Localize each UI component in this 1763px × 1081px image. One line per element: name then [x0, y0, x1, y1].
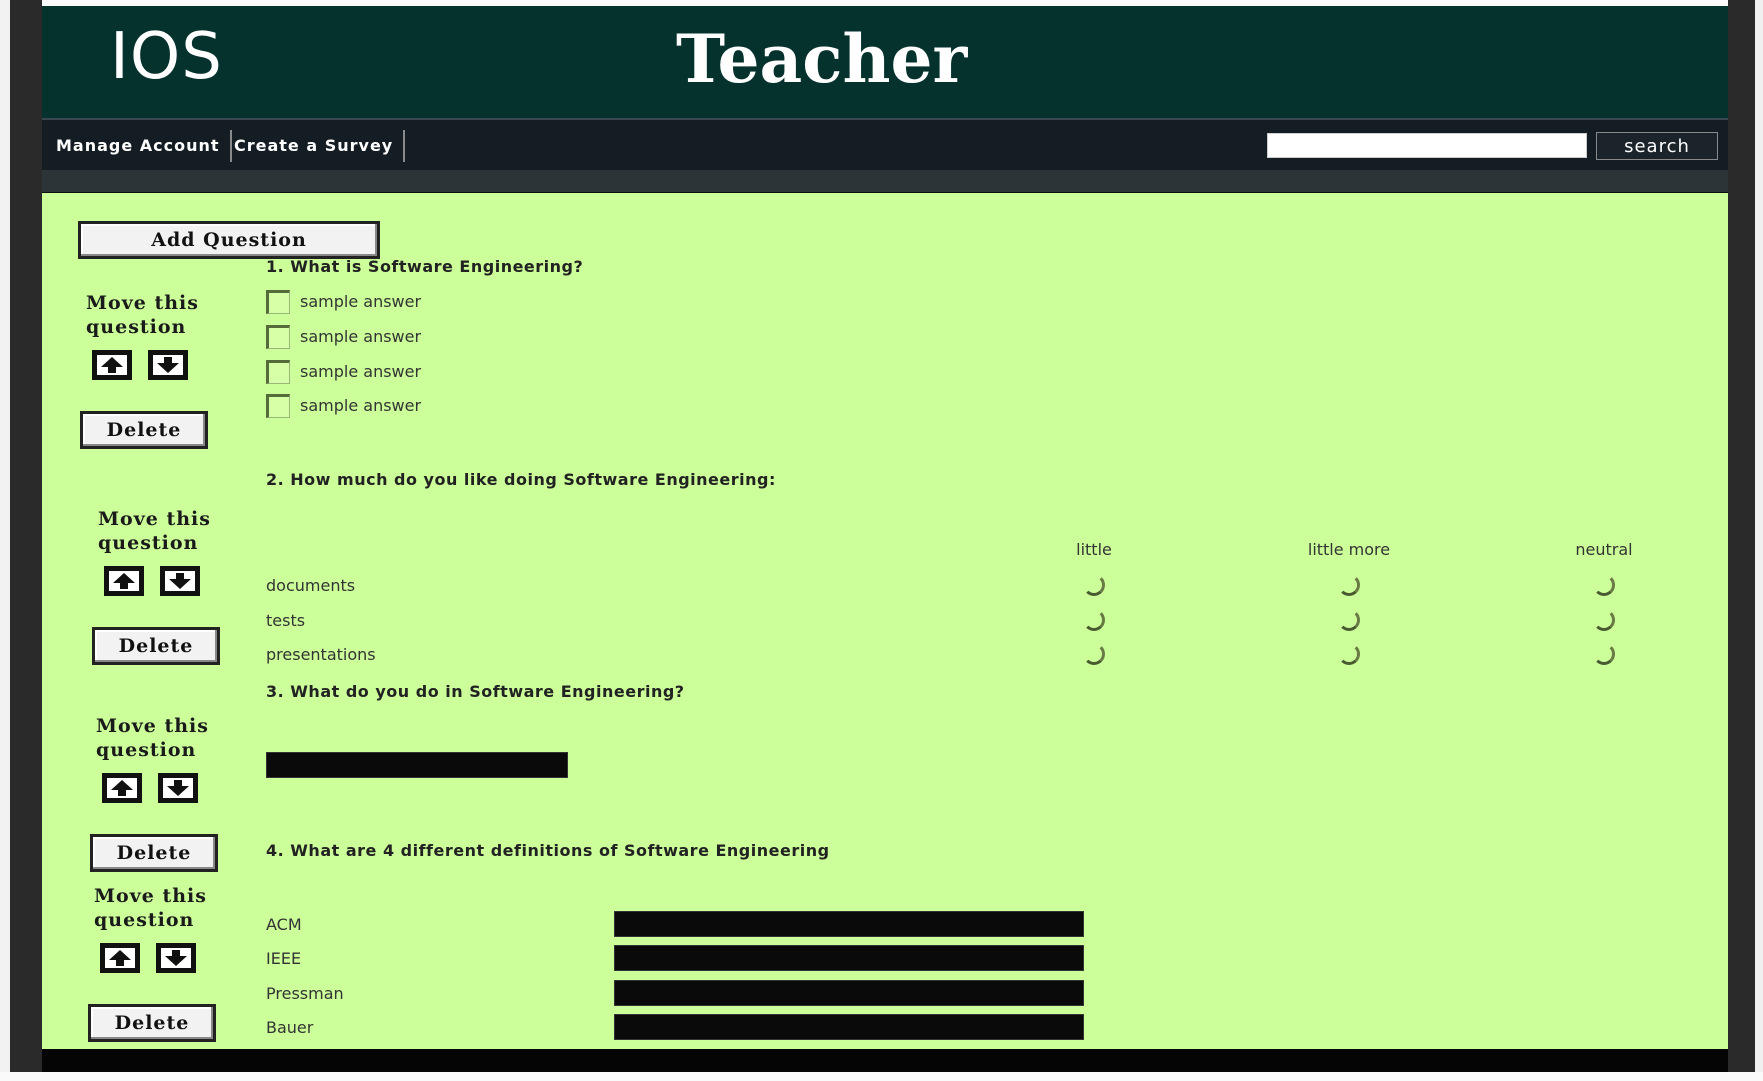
move-down-button[interactable] [156, 943, 196, 973]
move-label-line2: question [94, 909, 195, 931]
move-up-button[interactable] [100, 943, 140, 973]
move-question-label: Move this question [98, 507, 238, 555]
move-label-line1: Move this [96, 715, 209, 737]
question-1-title: 1. What is Software Engineering? [266, 257, 584, 276]
matrix-radio[interactable] [1593, 574, 1615, 596]
move-question-label: Move this question [94, 884, 234, 932]
arrow-down-icon [169, 573, 191, 589]
matrix-row-label: documents [266, 576, 356, 595]
matrix-radio[interactable] [1338, 609, 1360, 631]
move-label-line2: question [96, 739, 197, 761]
arrow-down-icon [167, 780, 189, 796]
delete-question-button[interactable]: Delete [92, 627, 220, 665]
window-bottom-edge [0, 1072, 1763, 1081]
matrix-radio[interactable] [1338, 574, 1360, 596]
answer-checkbox[interactable] [266, 360, 290, 384]
matrix-column-header: little more [1307, 540, 1391, 559]
matrix-radio[interactable] [1083, 609, 1105, 631]
move-up-button[interactable] [92, 350, 132, 380]
nav-manage-account[interactable]: Manage Account [46, 130, 232, 162]
definition-text-field[interactable] [614, 911, 1084, 937]
matrix-radio[interactable] [1083, 574, 1105, 596]
move-up-button[interactable] [104, 566, 144, 596]
move-label-line1: Move this [94, 885, 207, 907]
definition-label: Bauer [266, 1018, 314, 1037]
move-down-button[interactable] [148, 350, 188, 380]
answer-label: sample answer [300, 362, 422, 381]
main-nav: Manage Account Create a Survey search [42, 118, 1728, 170]
survey-editor: Add Question Move this question Delete 1… [42, 193, 1728, 1049]
site-header: IOS Teacher [42, 6, 1728, 118]
delete-question-button[interactable]: Delete [88, 1004, 216, 1042]
question-4-title: 4. What are 4 different definitions of S… [266, 841, 830, 860]
arrow-up-icon [111, 780, 133, 796]
window-right-edge [1755, 0, 1763, 1081]
arrow-up-icon [113, 573, 135, 589]
page-left-margin [10, 0, 42, 1081]
site-logo[interactable]: IOS [110, 20, 223, 94]
matrix-row-label: tests [266, 611, 306, 630]
question-2-title: 2. How much do you like doing Software E… [266, 470, 776, 489]
matrix-radio[interactable] [1593, 643, 1615, 665]
window-left-edge [0, 0, 10, 1081]
move-label-line1: Move this [86, 292, 199, 314]
matrix-radio[interactable] [1593, 609, 1615, 631]
matrix-row-label: presentations [266, 645, 376, 664]
move-down-button[interactable] [160, 566, 200, 596]
answer-checkbox[interactable] [266, 394, 290, 418]
definition-text-field[interactable] [614, 980, 1084, 1006]
arrow-up-icon [109, 950, 131, 966]
delete-question-button[interactable]: Delete [90, 834, 218, 872]
move-label-line2: question [86, 316, 187, 338]
definition-text-field[interactable] [614, 945, 1084, 971]
question-3-title: 3. What do you do in Software Engineerin… [266, 682, 685, 701]
answer-text-field[interactable] [266, 752, 568, 778]
answer-checkbox[interactable] [266, 325, 290, 349]
answer-label: sample answer [300, 292, 422, 311]
definition-label: IEEE [266, 949, 302, 968]
move-up-button[interactable] [102, 773, 142, 803]
add-question-button[interactable]: Add Question [78, 221, 380, 259]
answer-checkbox[interactable] [266, 290, 290, 314]
definition-label: ACM [266, 915, 302, 934]
delete-question-button[interactable]: Delete [80, 411, 208, 449]
answer-label: sample answer [300, 327, 422, 346]
page-footer-band [42, 1049, 1728, 1072]
answer-label: sample answer [300, 396, 422, 415]
nav-divider-strip [42, 170, 1728, 192]
matrix-column-header: little [1076, 540, 1112, 559]
move-label-line1: Move this [98, 508, 211, 530]
move-question-label: Move this question [86, 291, 226, 339]
move-question-label: Move this question [96, 714, 236, 762]
matrix-column-header: neutral [1575, 540, 1633, 559]
matrix-radio[interactable] [1083, 643, 1105, 665]
move-down-button[interactable] [158, 773, 198, 803]
search-button[interactable]: search [1596, 132, 1718, 160]
matrix-radio[interactable] [1338, 643, 1360, 665]
page-title: Teacher [676, 20, 968, 98]
search-input[interactable] [1267, 133, 1587, 158]
move-label-line2: question [98, 532, 199, 554]
arrow-down-icon [165, 950, 187, 966]
nav-create-survey[interactable]: Create a Survey [224, 130, 406, 162]
definition-text-field[interactable] [614, 1014, 1084, 1040]
arrow-up-icon [101, 357, 123, 373]
arrow-down-icon [157, 357, 179, 373]
definition-label: Pressman [266, 984, 344, 1003]
